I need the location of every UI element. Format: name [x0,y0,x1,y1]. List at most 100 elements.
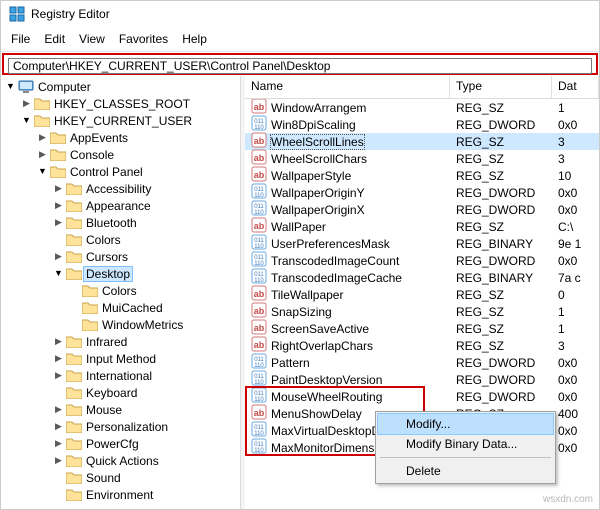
svg-text:ab: ab [254,102,265,112]
svg-text:110: 110 [254,261,264,267]
value-name: Pattern [271,356,310,370]
menu-help[interactable]: Help [176,31,213,47]
menu-edit[interactable]: Edit [38,31,71,47]
svg-text:110: 110 [254,380,264,386]
tree-item[interactable]: International [53,367,240,384]
value-data: 0x0 [552,186,592,200]
menu-favorites[interactable]: Favorites [113,31,174,47]
value-name: UserPreferencesMask [271,237,390,251]
tree-item[interactable]: PowerCfg [53,435,240,452]
col-type[interactable]: Type [450,76,552,98]
value-name: WallpaperStyle [271,169,351,183]
col-name[interactable]: Name [245,76,450,98]
svg-text:110: 110 [254,125,264,131]
value-row[interactable]: 011110WallpaperOriginYREG_DWORD0x0 [245,184,599,201]
tree-item[interactable]: Environment [53,486,240,503]
value-row[interactable]: abWheelScrollCharsREG_SZ3 [245,150,599,167]
tree-item[interactable]: Bluetooth [53,214,240,231]
value-type: REG_SZ [450,135,552,149]
value-row[interactable]: abWallPaperREG_SZC:\ [245,218,599,235]
svg-text:ab: ab [254,221,265,231]
value-row[interactable]: abWallpaperStyleREG_SZ10 [245,167,599,184]
menu-view[interactable]: View [73,31,111,47]
value-row[interactable]: 011110UserPreferencesMaskREG_BINARY9e 1 [245,235,599,252]
expand-icon[interactable] [21,115,32,126]
tree-item[interactable]: Infrared [53,333,240,350]
tree-hkcr[interactable]: HKEY_CLASSES_ROOT [21,95,240,112]
folder-icon [66,420,82,433]
folder-icon [66,403,82,416]
tree-item[interactable]: MuiCached [69,299,240,316]
value-row[interactable]: abWheelScrollLinesREG_SZ3 [245,133,599,150]
tree-control-panel[interactable]: Control Panel [37,163,240,180]
folder-icon [66,335,82,348]
tree-item[interactable]: Keyboard [53,384,240,401]
value-name: WallpaperOriginX [271,203,365,217]
context-modify-binary[interactable]: Modify Binary Data... [378,434,553,454]
tree-item[interactable]: Colors [69,282,240,299]
tree-item[interactable]: Appearance [53,197,240,214]
folder-icon [82,284,98,297]
value-data: 0x0 [552,118,592,132]
value-row[interactable]: abSnapSizingREG_SZ1 [245,303,599,320]
value-type: REG_BINARY [450,271,552,285]
tree-item[interactable]: Personalization [53,418,240,435]
folder-icon [66,488,82,501]
value-row[interactable]: 011110PaintDesktopVersionREG_DWORD0x0 [245,371,599,388]
tree-item[interactable]: Mouse [53,401,240,418]
value-type: REG_SZ [450,305,552,319]
value-row[interactable]: 011110TranscodedImageCountREG_DWORD0x0 [245,252,599,269]
value-row[interactable]: 011110Win8DpiScalingREG_DWORD0x0 [245,116,599,133]
expand-icon[interactable] [5,81,16,92]
tree-item[interactable]: AppEvents [37,129,240,146]
value-type: REG_DWORD [450,373,552,387]
tree-item[interactable]: Sound [53,469,240,486]
value-type: REG_DWORD [450,186,552,200]
value-row[interactable]: 011110TranscodedImageCacheREG_BINARY7a c [245,269,599,286]
value-data: 0x0 [552,373,592,387]
value-type: REG_DWORD [450,254,552,268]
svg-text:ab: ab [254,136,265,146]
value-row[interactable]: abTileWallpaperREG_SZ0 [245,286,599,303]
svg-text:110: 110 [254,397,264,403]
value-row[interactable]: 011110WallpaperOriginXREG_DWORD0x0 [245,201,599,218]
tree-desktop[interactable]: Desktop [53,265,240,282]
value-row[interactable]: 011110PatternREG_DWORD0x0 [245,354,599,371]
tree-item[interactable]: Console [37,146,240,163]
menu-file[interactable]: File [5,31,36,47]
tree-item[interactable]: Quick Actions [53,452,240,469]
tree-item[interactable]: Accessibility [53,180,240,197]
context-modify[interactable]: Modify... [378,414,553,434]
list-rows[interactable]: abWindowArrangemREG_SZ1011110Win8DpiScal… [245,99,599,509]
value-type: REG_SZ [450,101,552,115]
folder-icon [82,318,98,331]
tree-item[interactable]: WindowMetrics [69,316,240,333]
svg-text:110: 110 [254,431,264,437]
svg-text:ab: ab [254,306,265,316]
tree-item[interactable]: Input Method [53,350,240,367]
path-input[interactable] [8,58,592,74]
col-data[interactable]: Dat [552,76,599,98]
tree-computer[interactable]: Computer [5,78,240,95]
value-row[interactable]: abRightOverlapCharsREG_SZ3 [245,337,599,354]
tree-hkcu[interactable]: HKEY_CURRENT_USER [21,112,240,129]
folder-icon [66,437,82,450]
value-name: PaintDesktopVersion [271,373,382,387]
expand-icon[interactable] [21,98,32,109]
tree-item[interactable]: Colors [53,231,240,248]
context-delete[interactable]: Delete [378,461,553,481]
value-name: MenuShowDelay [271,407,362,421]
value-row[interactable]: 011110MouseWheelRoutingREG_DWORD0x0 [245,388,599,405]
value-name: WindowArrangem [271,101,366,115]
value-type: REG_SZ [450,322,552,336]
value-type: REG_BINARY [450,237,552,251]
svg-text:ab: ab [254,153,265,163]
key-tree[interactable]: Computer HKEY_CLASSES_ROOT [1,76,241,509]
value-data: 400 [552,407,592,421]
svg-text:ab: ab [254,323,265,333]
value-row[interactable]: abScreenSaveActiveREG_SZ1 [245,320,599,337]
titlebar: Registry Editor [1,1,599,27]
tree-item[interactable]: Cursors [53,248,240,265]
value-row[interactable]: abWindowArrangemREG_SZ1 [245,99,599,116]
value-data: C:\ [552,220,592,234]
